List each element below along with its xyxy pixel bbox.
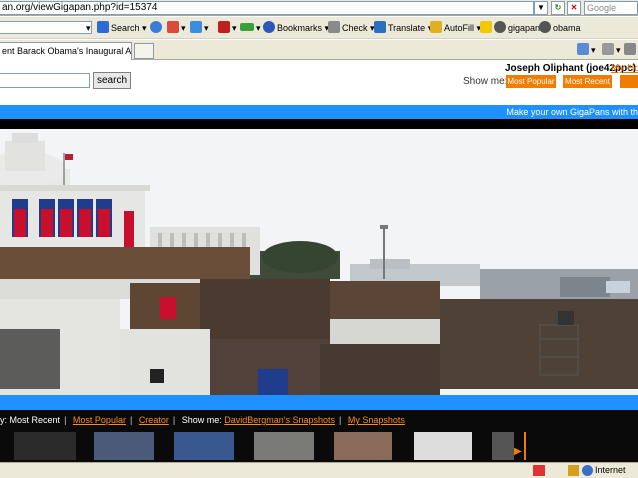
snapshots-panel: y: Most Recent | Most Popular | Creator | S… [0, 410, 638, 462]
toolbar-gigapan-search[interactable]: gigapan [494, 21, 540, 35]
show-me-option-button[interactable] [620, 75, 638, 88]
google-search-input[interactable]: Google [584, 1, 638, 15]
address-bar: an.org/viewGigapan.php?id=15374 ▼ ↻ ✕ Go… [0, 0, 638, 16]
home-button[interactable]: ▾ [577, 43, 596, 57]
toolbar-obama-search[interactable]: obama [539, 21, 581, 35]
tab-row: ent Barack Obama's Inaugural Addres... ▾… [0, 40, 638, 60]
gigapan-panorama[interactable] [0, 129, 638, 395]
globe-icon [150, 21, 162, 33]
toolbar-globe-button[interactable] [150, 21, 164, 35]
my-snapshots-link[interactable]: My Snapshots [348, 415, 405, 425]
pencil-icon [480, 21, 492, 33]
popup-blocker-icon [218, 21, 230, 33]
most-recent-label: Most Recent [9, 415, 61, 425]
magnifier-icon [494, 21, 506, 33]
battery-icon [240, 23, 254, 31]
user-snapshots-link[interactable]: DavidBergman's Snapshots [224, 415, 335, 425]
refresh-icon[interactable]: ↻ [551, 1, 565, 15]
toolbar-plus-button[interactable]: ▾ [190, 21, 209, 35]
tab-active[interactable]: ent Barack Obama's Inaugural Addres... [0, 42, 132, 60]
autofill-icon [430, 21, 442, 33]
creator-link[interactable]: Creator [139, 415, 169, 425]
snapshot-thumbnail[interactable] [492, 432, 514, 460]
site-search-button[interactable]: search [93, 72, 131, 89]
blocked-icon [533, 465, 545, 476]
snapshot-filter-row: y: Most Recent | Most Popular | Creator | S… [0, 415, 405, 425]
thumbnail-divider [524, 432, 526, 460]
translate-icon [374, 21, 386, 33]
toolbar-translate-button[interactable]: Translate ▾ [374, 21, 432, 35]
new-tab-button[interactable] [134, 43, 154, 59]
toolbar-bookmarks-button[interactable]: Bookmarks ▾ [263, 21, 329, 35]
panorama-frame [0, 119, 638, 129]
snapshot-thumbnail[interactable] [94, 432, 154, 460]
snapshot-thumbnail[interactable] [174, 432, 234, 460]
next-arrow-icon[interactable]: ▶ [514, 446, 522, 457]
toolbar-autofill-button[interactable]: AutoFill ▾ [430, 21, 481, 35]
toolbar-popup-blocker[interactable]: ▾ [218, 21, 237, 35]
url-dropdown-icon[interactable]: ▼ [534, 1, 548, 15]
globe-icon [582, 465, 593, 476]
show-me-label: Show me: [463, 76, 508, 87]
spellcheck-icon [328, 21, 340, 33]
my-home-link[interactable]: My Hom [611, 63, 638, 74]
url-field[interactable]: an.org/viewGigapan.php?id=15374 [0, 1, 534, 15]
rss-icon [602, 43, 614, 55]
toolbar-search-dropdown-icon[interactable]: ▾ [86, 21, 91, 35]
snapshot-thumbnail[interactable] [334, 432, 392, 460]
lock-icon [568, 465, 579, 476]
snapshot-thumbnail[interactable] [414, 432, 472, 460]
magnifier-icon [539, 21, 551, 33]
most-popular-button[interactable]: Most Popular [506, 75, 556, 88]
security-zone: Internet [595, 465, 626, 475]
snapshot-thumbnail[interactable] [14, 432, 76, 460]
snapshot-show-me-label: Show me: [181, 415, 222, 425]
promo-banner: Make your own GigaPans with th [0, 105, 638, 119]
panorama-bottom-bar [0, 395, 638, 410]
search-icon [97, 21, 109, 33]
most-popular-link[interactable]: Most Popular [73, 415, 126, 425]
site-search-input[interactable] [0, 73, 90, 88]
most-recent-button[interactable]: Most Recent [563, 75, 612, 88]
feeds-button[interactable]: ▾ [602, 43, 621, 57]
star-icon [263, 21, 275, 33]
plus-icon [190, 21, 202, 33]
toolbar-search-button[interactable]: Search ▾ [97, 21, 147, 35]
status-bar: Internet [0, 462, 638, 478]
toolbar-highlight-button[interactable] [480, 21, 494, 35]
stop-icon[interactable]: ✕ [567, 1, 581, 15]
print-icon [624, 43, 636, 55]
home-icon [577, 43, 589, 55]
print-button[interactable] [624, 43, 638, 57]
inauguration-crowd-image [0, 129, 638, 395]
toolbar-battery-button[interactable]: ▾ [240, 21, 261, 35]
toolbar-search-box[interactable] [0, 21, 92, 34]
toolbar-news-button[interactable]: ▾ [167, 21, 186, 35]
snapshots-prefix: y: [0, 415, 8, 425]
news-icon [167, 21, 179, 33]
browser-toolbar: ▾ Search ▾ ▾ ▾ ▾ ▾ Bookmarks ▾ Check ▾ T… [0, 17, 638, 39]
snapshot-thumbnail[interactable] [254, 432, 314, 460]
make-own-gigapan-link[interactable]: Make your own GigaPans with th [506, 106, 638, 118]
toolbar-check-button[interactable]: Check ▾ [328, 21, 375, 35]
